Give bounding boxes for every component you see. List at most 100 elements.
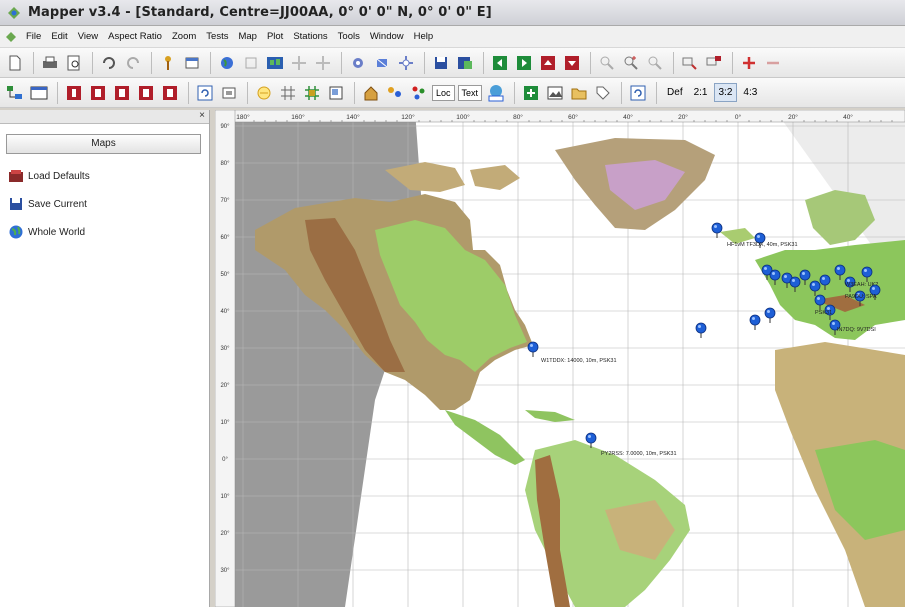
zoom-out-button[interactable]: [644, 52, 666, 74]
document-icon[interactable]: [4, 30, 18, 44]
locator-grid-button[interactable]: [301, 82, 323, 104]
pin-highlight: [812, 283, 815, 286]
print-preview-icon: [67, 55, 80, 70]
menu-tools[interactable]: Tools: [334, 31, 366, 42]
crosshair-icon: [399, 55, 413, 70]
nav-left-button[interactable]: [489, 52, 511, 74]
new-button[interactable]: [4, 52, 26, 74]
band-1-button[interactable]: [63, 82, 85, 104]
zoom-in-button[interactable]: [620, 52, 642, 74]
menu-plot[interactable]: Plot: [263, 31, 289, 42]
add-station-button[interactable]: [520, 82, 542, 104]
save-map-button[interactable]: [454, 52, 476, 74]
home-button[interactable]: [360, 82, 382, 104]
latitude-label: 0°: [222, 457, 228, 463]
add-button[interactable]: [738, 52, 760, 74]
layer-button[interactable]: [240, 52, 262, 74]
grid-button[interactable]: [277, 82, 299, 104]
band-4-button[interactable]: [135, 82, 157, 104]
loc-button[interactable]: Loc: [432, 84, 455, 101]
menu-window[interactable]: Window: [366, 31, 410, 42]
pin-highlight: [792, 279, 795, 282]
nav-right-button[interactable]: [513, 52, 535, 74]
list-item-save-current[interactable]: Save Current: [0, 190, 209, 218]
menu-zoom[interactable]: Zoom: [168, 31, 202, 42]
menu-edit[interactable]: Edit: [47, 31, 73, 42]
pin-highlight: [757, 235, 760, 238]
ratio-2-1-button[interactable]: 2:1: [689, 83, 713, 102]
band-4-icon: [139, 85, 153, 100]
toolbar-separator: [483, 51, 484, 74]
select-area-icon: [682, 57, 697, 70]
toolbar-separator: [514, 81, 516, 104]
nav-down-button[interactable]: [561, 52, 583, 74]
tools-button[interactable]: [347, 52, 369, 74]
print-button[interactable]: [39, 52, 61, 74]
picture-button[interactable]: [544, 82, 566, 104]
zoom-icon: [600, 56, 614, 70]
list-item-load-defaults[interactable]: Load Defaults: [0, 162, 209, 190]
maps-tab[interactable]: Maps: [6, 134, 201, 154]
print-preview-button[interactable]: [63, 52, 85, 74]
select-zoom-button[interactable]: [703, 52, 725, 74]
band-5-button[interactable]: [159, 82, 181, 104]
pin-highlight: [872, 287, 875, 290]
refresh-button[interactable]: [194, 82, 216, 104]
zoom-button[interactable]: [596, 52, 618, 74]
open-folder-button[interactable]: [568, 82, 590, 104]
save-map-icon: [458, 56, 472, 69]
live-button[interactable]: [485, 82, 507, 104]
settings-button[interactable]: [218, 82, 240, 104]
pin-highlight: [588, 435, 591, 438]
menu-map[interactable]: Map: [234, 31, 262, 42]
redo-button[interactable]: [122, 52, 144, 74]
frame-button[interactable]: [325, 82, 347, 104]
save-button[interactable]: [430, 52, 452, 74]
menu-help[interactable]: Help: [410, 31, 440, 42]
tree-view-button[interactable]: [4, 82, 26, 104]
zoom-in-icon: [624, 55, 638, 70]
pin-head: [585, 432, 597, 444]
pan-icon: [292, 55, 306, 70]
sync-button[interactable]: [627, 82, 649, 104]
undo-button[interactable]: [98, 52, 120, 74]
list-item-whole-world[interactable]: Whole World: [0, 218, 209, 246]
pin-highlight: [784, 275, 787, 278]
spots-button[interactable]: [408, 82, 430, 104]
nav-up-button[interactable]: [537, 52, 559, 74]
tag-icon: [596, 86, 610, 100]
window-button[interactable]: [28, 82, 50, 104]
properties-button[interactable]: [181, 52, 203, 74]
station-markers-button[interactable]: [384, 82, 406, 104]
sun-button[interactable]: [253, 82, 275, 104]
band-2-icon: [91, 85, 105, 100]
remove-button[interactable]: [762, 52, 784, 74]
band-3-button[interactable]: [111, 82, 133, 104]
map-view[interactable]: W1TDDX: 14000, 10m, PSK31 PY2RSS: 7.0000,…: [215, 110, 905, 607]
text-button[interactable]: Text: [457, 84, 483, 101]
key-button[interactable]: [157, 52, 179, 74]
globe-button[interactable]: [216, 52, 238, 74]
move-button[interactable]: [312, 52, 334, 74]
menu-stations[interactable]: Stations: [289, 31, 333, 42]
world-map[interactable]: W1TDDX: 14000, 10m, PSK31 PY2RSS: 7.0000,…: [215, 110, 905, 607]
tag-button[interactable]: [592, 82, 614, 104]
pan-button[interactable]: [288, 52, 310, 74]
toolbar-separator: [247, 81, 248, 104]
title-bar: Mapper v3.4 - [Standard, Centre=JJ00AA, …: [0, 0, 905, 26]
ratio-default-button[interactable]: Def: [662, 83, 688, 102]
menu-view[interactable]: View: [74, 31, 104, 42]
band-2-button[interactable]: [87, 82, 109, 104]
menu-file[interactable]: File: [22, 31, 47, 42]
select-area-button[interactable]: [679, 52, 701, 74]
satellite-button[interactable]: [371, 52, 393, 74]
pin-head: [814, 294, 826, 306]
menu-tests[interactable]: Tests: [202, 31, 234, 42]
center-button[interactable]: [395, 52, 417, 74]
menu-aspect-ratio[interactable]: Aspect Ratio: [104, 31, 168, 42]
ratio-3-2-button[interactable]: 3:2: [713, 83, 738, 102]
world-map-button[interactable]: [264, 52, 286, 74]
ratio-4-3-button[interactable]: 4:3: [738, 83, 762, 102]
close-icon[interactable]: ×: [199, 110, 205, 121]
latitude-label: 70°: [220, 198, 230, 204]
